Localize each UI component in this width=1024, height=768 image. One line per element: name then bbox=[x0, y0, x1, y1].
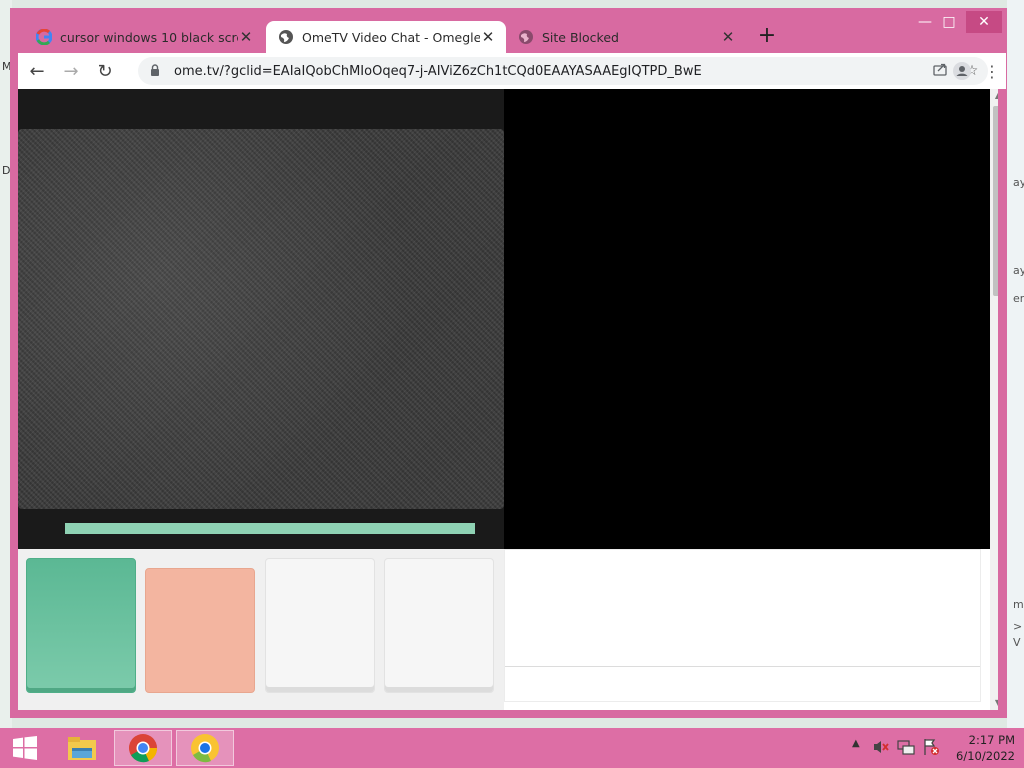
windows-start-icon[interactable] bbox=[8, 730, 42, 766]
google-icon bbox=[36, 29, 52, 45]
local-video bbox=[18, 89, 504, 549]
desktop-fragment: ay bbox=[1013, 176, 1024, 189]
scrollbar-thumb[interactable] bbox=[993, 106, 998, 296]
clock-date: 6/10/2022 bbox=[956, 749, 1015, 763]
clock-time: 2:17 PM bbox=[968, 733, 1015, 747]
forward-button[interactable]: → bbox=[56, 56, 86, 86]
chrome-icon[interactable] bbox=[114, 730, 172, 766]
scroll-up-arrow-icon[interactable]: ▲ bbox=[990, 89, 998, 103]
browser-window: cursor windows 10 black screen ✕ OmeTV V… bbox=[10, 8, 1007, 718]
chat-controls bbox=[18, 549, 504, 710]
globe-icon bbox=[518, 29, 534, 45]
desktop-fragment: m bbox=[1013, 598, 1024, 611]
chrome-canary-icon[interactable] bbox=[176, 730, 234, 766]
chat-panel bbox=[504, 549, 981, 702]
tab-label: Site Blocked bbox=[542, 29, 619, 45]
new-tab-button[interactable]: + bbox=[755, 25, 779, 49]
page-scrollbar[interactable]: ▲ ▼ bbox=[990, 89, 998, 710]
maximize-button[interactable]: □ bbox=[936, 11, 962, 33]
desktop-fragment: er bbox=[1013, 292, 1024, 305]
desktop-fragment: ay bbox=[1013, 264, 1024, 277]
tab-site-blocked[interactable]: Site Blocked ✕ bbox=[506, 21, 746, 53]
close-icon[interactable]: ✕ bbox=[720, 28, 736, 46]
tab-cursor-search[interactable]: cursor windows 10 black screen ✕ bbox=[24, 21, 264, 53]
chat-message-input[interactable] bbox=[505, 667, 980, 702]
desktop-fragment: > i bbox=[1013, 620, 1024, 633]
system-clock[interactable]: 2:17 PM 6/10/2022 bbox=[945, 732, 1015, 764]
menu-button[interactable]: ⋮ bbox=[978, 57, 1006, 85]
minimize-button[interactable]: — bbox=[912, 11, 938, 33]
stop-button[interactable] bbox=[145, 568, 255, 693]
lock-icon[interactable] bbox=[150, 63, 164, 79]
tab-ometv[interactable]: OmeTV Video Chat - Omegle Ra ✕ bbox=[266, 21, 506, 53]
remote-video bbox=[504, 89, 990, 549]
desktop-right-strip: ay ay er m > i V bbox=[1007, 0, 1024, 728]
back-button[interactable]: ← bbox=[22, 56, 52, 86]
browser-toolbar: ← → ↻ ome.tv/?gclid=EAIaIQobChMIoOqeq7-j… bbox=[18, 53, 1006, 89]
volume-muted-icon[interactable] bbox=[872, 738, 890, 759]
tab-label: cursor windows 10 black screen bbox=[60, 29, 238, 45]
profile-icon[interactable] bbox=[948, 57, 976, 85]
close-icon[interactable]: ✕ bbox=[238, 28, 254, 46]
address-bar[interactable]: ome.tv/?gclid=EAIaIQobChMIoOqeq7-j-AIViZ… bbox=[138, 57, 988, 85]
control-button[interactable] bbox=[384, 558, 494, 693]
start-button[interactable] bbox=[26, 558, 136, 693]
taskbar: ▲ 2:17 PM 6/10/2022 bbox=[0, 728, 1024, 768]
reload-button[interactable]: ↻ bbox=[90, 56, 120, 86]
close-window-button[interactable]: ✕ bbox=[966, 11, 1002, 33]
connecting-progress-bar bbox=[65, 523, 475, 534]
url-text[interactable]: ome.tv/?gclid=EAIaIQobChMIoOqeq7-j-AIViZ… bbox=[174, 64, 924, 79]
tab-label: OmeTV Video Chat - Omegle Ra bbox=[302, 29, 480, 45]
control-button[interactable] bbox=[265, 558, 375, 693]
tab-strip: cursor windows 10 black screen ✕ OmeTV V… bbox=[10, 8, 1007, 53]
show-hidden-icon[interactable]: ▲ bbox=[852, 738, 860, 749]
close-icon[interactable]: ✕ bbox=[480, 28, 496, 46]
globe-icon bbox=[278, 29, 294, 45]
action-center-icon[interactable] bbox=[922, 738, 940, 759]
video-static bbox=[18, 129, 504, 509]
scroll-down-arrow-icon[interactable]: ▼ bbox=[990, 696, 998, 710]
file-explorer-icon[interactable] bbox=[60, 730, 104, 766]
network-icon[interactable] bbox=[897, 738, 915, 759]
desktop-fragment: V bbox=[1013, 636, 1021, 649]
page-viewport: ▲ ▼ bbox=[18, 89, 998, 710]
